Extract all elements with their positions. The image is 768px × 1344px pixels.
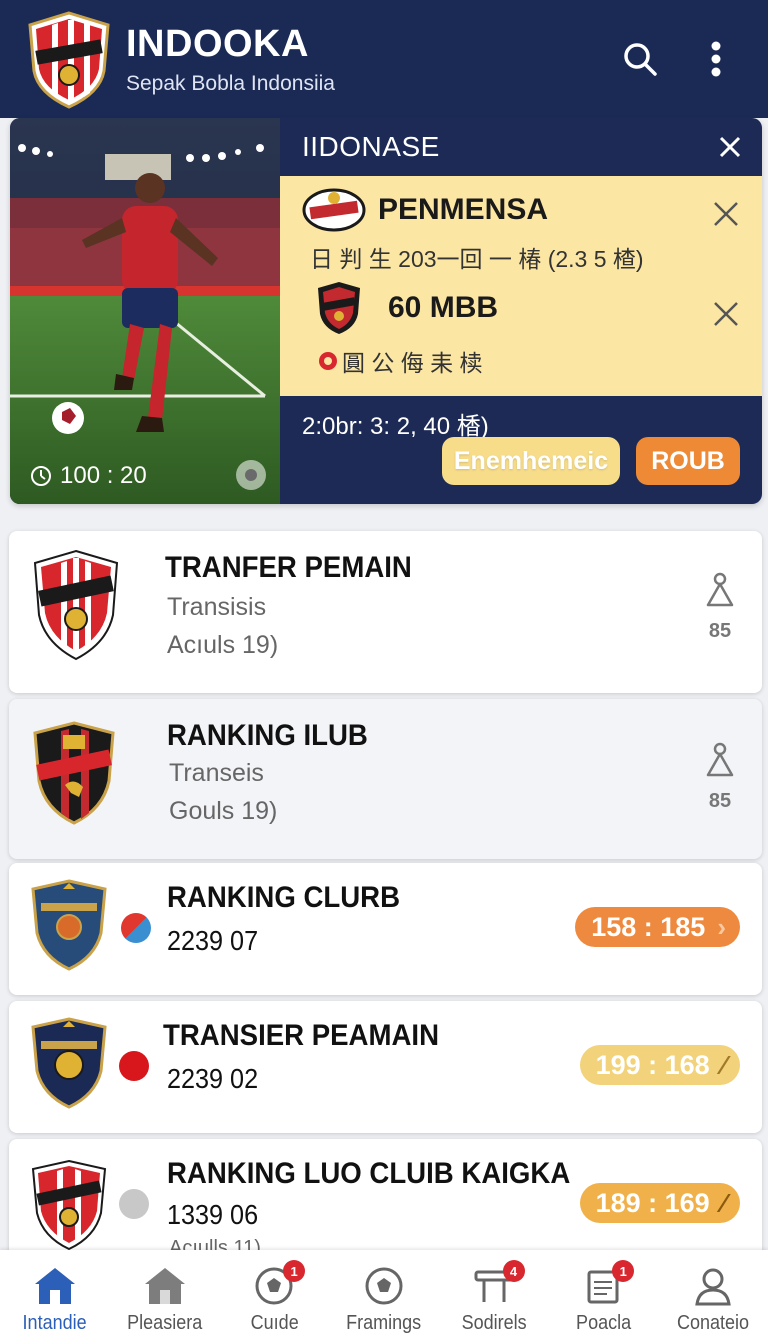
match-detail: 日 判 生 203一回 一 椿 (2.3 5 楂) [310,246,644,272]
nav-label: Pleasiera [127,1312,203,1334]
close-icon [719,136,741,158]
home-icon [34,1268,75,1304]
search-button[interactable] [612,31,668,87]
soccer-ball-icon [365,1267,403,1305]
list-item[interactable]: TRANSIER PEAMAIN 2239 02 199 : 168 ⁄ [9,1001,762,1133]
chevron-right-icon: › [717,911,726,942]
weight-icon [706,742,734,777]
hero-card[interactable]: 100 : 20 IIDONASE PENMENSA 日 判 生 203一回 一… [10,118,762,504]
card-number: 2239 07 [167,925,259,956]
app-header: INDOOKA Sepak Bobla Indonsiia [0,0,768,118]
nav-label: Sodirels [461,1312,527,1334]
nav-item-stadium[interactable]: Pleasiera [110,1250,220,1344]
secondary-action-button[interactable]: Enemhemeic [442,437,620,485]
match-item[interactable]: PENMENSA [302,188,548,232]
match-remove-button[interactable] [706,294,746,334]
nav-label: Intandie [22,1312,87,1334]
club-color-dot [119,1051,149,1081]
card-meta: Acıuls 19) [167,631,279,659]
card-title: RANKING ILUB [167,719,368,752]
match-team-name: 60 MBB [388,291,499,324]
club-color-dot [119,1189,149,1219]
match-item[interactable]: 60 MBB [314,280,498,336]
clock-icon [31,466,51,486]
card-title: RANKING CLURB [167,881,401,914]
score-pill[interactable]: 189 : 169 ⁄ [579,1183,740,1223]
card-side-value: 85 [708,620,732,642]
score-text: 158 : 185 [591,911,706,942]
notification-badge: 4 [502,1260,525,1282]
list-item[interactable]: RANKING CLURB 2239 07 158 : 185 › [9,863,762,995]
club-crest-icon [31,1017,107,1109]
nav-label: Conateio [677,1312,750,1334]
nav-label: Cuıde [250,1312,299,1334]
match-detail-row: 圓 公 侮 耒 椟 [318,344,483,378]
match-list: PENMENSA 日 判 生 203一回 一 椿 (2.3 5 楂) 60 MB… [280,176,762,396]
nav-item-rankings[interactable]: Framings [329,1250,439,1344]
panel-footer: 2:0br: 3: 2, 40 楿) Enemhemeic ROUB [280,396,762,504]
card-title: TRANSIER PEAMAIN [163,1019,440,1052]
match-time: 100 : 20 [30,462,147,490]
score-pill[interactable]: 158 : 185 › [575,907,740,947]
match-summary: 2:0br: 3: 2, 40 楿) [302,413,489,440]
list-item[interactable]: TRANFER PEMAIN Transisis Acıuls 19) 85 [9,531,762,693]
more-vertical-icon [711,41,721,77]
club-crest-icon [33,721,115,825]
nav-item-social[interactable]: 4 Sodirels [439,1250,549,1344]
team-badge-icon [318,282,360,334]
club-crest-icon [33,549,119,661]
card-side-value: 85 [708,790,732,812]
card-meta: Gouls 19) [169,797,278,825]
notification-badge: 1 [283,1260,306,1282]
list-item[interactable]: RANKING ILUB Transeis Gouls 19) 85 [9,699,762,859]
nav-label: Poacla [575,1312,631,1334]
search-icon [624,43,657,76]
app-subtitle: Sepak Bobla Indonsiia [126,71,335,95]
nav-item-profile[interactable]: Conateio [658,1250,768,1344]
trend-icon: ⁄ [721,1049,726,1080]
score-pill[interactable]: 199 : 168 ⁄ [579,1045,740,1085]
close-icon [714,202,738,226]
panel-close-button[interactable] [718,135,742,159]
nav-label: Framings [346,1312,422,1334]
match-detail: 圓 公 侮 耒 椟 [342,350,483,376]
hero-panel: IIDONASE PENMENSA 日 判 生 203一回 一 椿 (2.3 5… [280,118,762,504]
club-color-dot [121,913,151,943]
club-logo [28,11,110,109]
card-number: 1339 06 [167,1199,259,1230]
trend-icon: ⁄ [721,1187,726,1218]
card-title: RANKING LUO CLUIB KAIGKA [167,1157,571,1190]
user-icon [695,1268,731,1306]
bottom-navigation: Intandie Pleasiera 1 Cuıde Framings 4 So… [0,1250,768,1344]
card-title: TRANFER PEMAIN [165,551,412,584]
live-badge-icon [319,352,337,370]
score-text: 199 : 168 [595,1049,710,1080]
panel-header: IIDONASE [280,118,762,176]
card-subtitle: Transeis [169,759,264,787]
team-badge-icon [302,188,366,232]
card-side-indicator: 85 [702,571,738,651]
more-menu-button[interactable] [688,31,744,87]
club-crest-icon [31,879,107,971]
nav-item-posts[interactable]: 1 Poacla [549,1250,659,1344]
nav-item-clubs[interactable]: 1 Cuıde [219,1250,329,1344]
app-title: INDOOKA [126,22,309,65]
match-remove-button[interactable] [706,194,746,234]
match-team-name: PENMENSA [378,193,549,226]
card-subtitle: Transisis [167,593,267,621]
primary-action-button[interactable]: ROUB [636,437,740,485]
card-side-indicator: 85 [702,741,738,821]
club-crest-icon [31,1159,107,1251]
match-time-text: 100 : 20 [60,462,147,489]
nav-item-home[interactable]: Intandie [0,1250,110,1344]
score-text: 189 : 169 [595,1187,710,1218]
panel-title: IIDONASE [302,131,440,162]
player-photo [10,118,280,504]
notification-badge: 1 [612,1260,635,1282]
close-icon [714,302,738,326]
weight-icon [706,572,734,607]
house-icon [144,1268,185,1304]
card-number: 2239 02 [167,1063,259,1094]
media-record-icon[interactable] [236,460,266,490]
